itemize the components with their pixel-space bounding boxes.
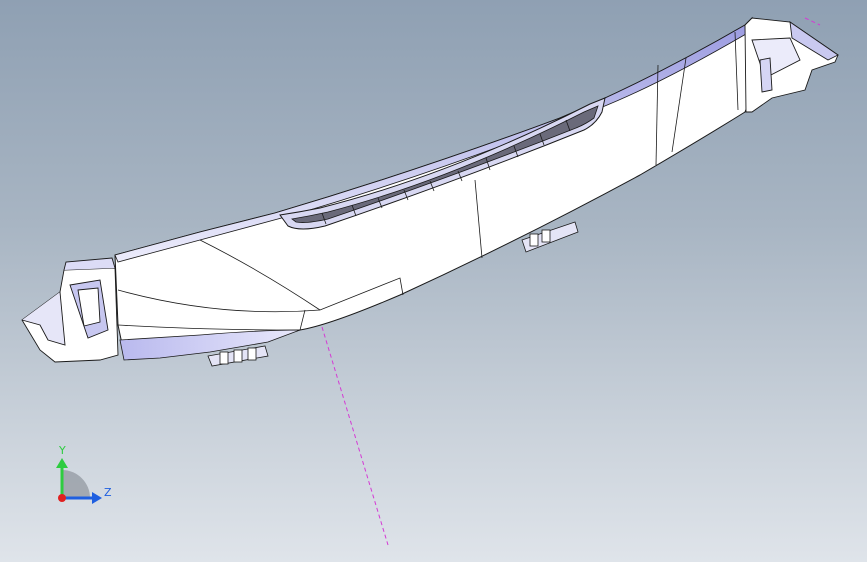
graphics-viewport[interactable]: Y Z	[0, 0, 867, 562]
triad-z-label: Z	[104, 486, 112, 499]
center-axis-line	[321, 326, 389, 546]
reference-triad	[56, 458, 102, 504]
triad-z-arrow-icon	[92, 492, 102, 504]
model-view[interactable]	[0, 0, 867, 562]
triad-xy-plane	[62, 470, 90, 498]
part-left-end-bracket[interactable]	[21, 257, 119, 363]
part-right-end-bracket[interactable]	[744, 17, 839, 113]
triad-y-arrow-icon	[56, 458, 68, 468]
triad-y-label: Y	[59, 444, 66, 457]
center-axis-line-top	[804, 17, 821, 26]
triad-origin-x-axis	[58, 494, 66, 502]
